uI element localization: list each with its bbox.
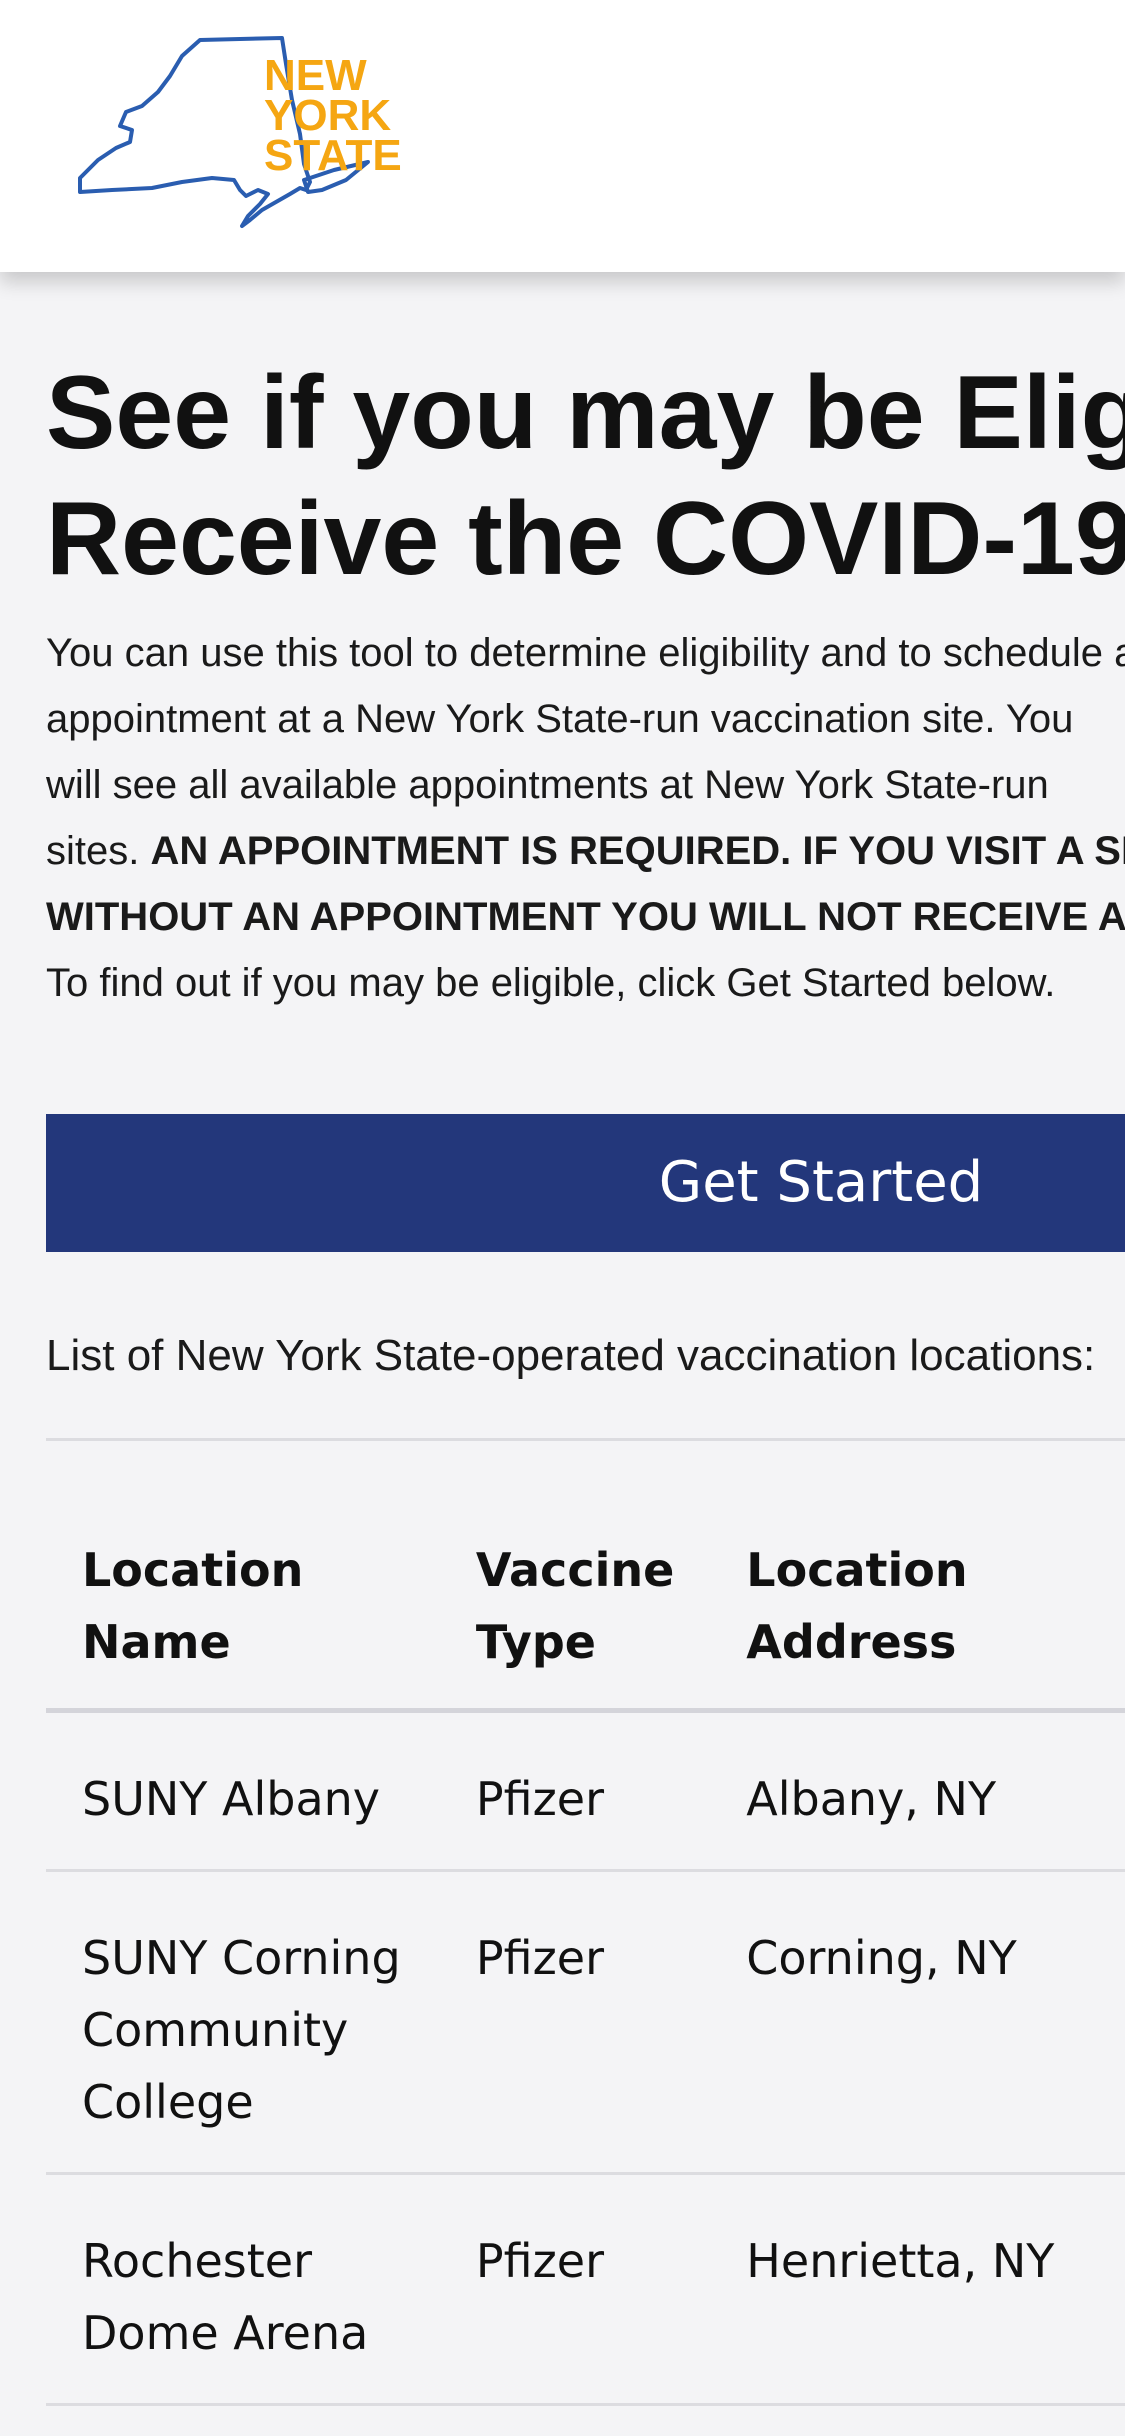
locations-table: Location Name Vaccine Type Location Addr…	[46, 1534, 1125, 2406]
nys-logo-link[interactable]: NEW YORK STATE	[72, 30, 422, 240]
main-content: See if you may be Eligible to Receive th…	[46, 272, 1125, 2436]
logo-text-line3: STATE	[264, 131, 402, 180]
column-header-text: Location	[746, 1543, 968, 1597]
table-row: SUNY Albany Pfizer Albany, NY	[46, 1710, 1125, 1872]
vaccine-type-cell: Pfizer	[439, 1710, 711, 1872]
column-header-text: Address	[746, 1615, 957, 1669]
locations-list-heading: List of New York State-operated vaccinat…	[46, 1331, 1096, 1380]
section-divider	[46, 1438, 1125, 1441]
vaccine-type-cell: Pfizer	[439, 2173, 711, 2406]
appointment-required-warning: AN APPOINTMENT IS REQUIRED. IF YOU VISIT…	[150, 829, 1125, 873]
table-header-row: Location Name Vaccine Type Location Addr…	[46, 1534, 1125, 1713]
column-header-vaccine-type: Vaccine Type	[439, 1534, 711, 1713]
column-header-location-name: Location Name	[46, 1534, 440, 1713]
intro-line: WITHOUT AN APPOINTMENT YOU WILL NOT RECE…	[46, 884, 1125, 950]
location-name-cell: Rochester Dome Arena	[46, 2173, 440, 2406]
location-address-cell: Henrietta, NY	[710, 2173, 1125, 2406]
page-title-line1: See if you may be Eligible to	[46, 355, 1125, 471]
location-name-cell: SUNY Corning Community College	[46, 1870, 440, 2175]
column-header-text: Type	[475, 1615, 596, 1669]
intro-line: To find out if you may be eligible, clic…	[46, 961, 1056, 1005]
table-row: Rochester Dome Arena Pfizer Henrietta, N…	[46, 2173, 1125, 2406]
location-address-cell: Albany, NY	[710, 1710, 1125, 1872]
no-vaccine-warning: WITHOUT AN APPOINTMENT YOU WILL NOT RECE…	[46, 895, 1125, 939]
page-title-line2: Receive the COVID-19 Vaccine	[46, 481, 1125, 597]
intro-text: You can use this tool to determine eligi…	[46, 620, 1125, 1016]
new-york-state-map-icon: NEW YORK STATE	[78, 36, 402, 228]
intro-line: sites. AN APPOINTMENT IS REQUIRED. IF YO…	[46, 818, 1125, 884]
intro-line: appointment at a New York State-run vacc…	[46, 697, 1074, 741]
site-header: NEW YORK STATE	[0, 0, 1125, 272]
intro-line: will see all available appointments at N…	[46, 763, 1049, 807]
location-name-cell: SUNY Albany	[46, 1710, 440, 1872]
column-header-location-address: Location Address	[710, 1534, 1125, 1713]
intro-sites-text: sites.	[46, 829, 151, 873]
location-address-cell: Corning, NY	[710, 1870, 1125, 2175]
column-header-text: Vaccine	[475, 1543, 675, 1597]
vaccine-type-cell: Pfizer	[439, 1870, 711, 2175]
column-header-text: Location	[82, 1543, 304, 1597]
page-title: See if you may be Eligible to Receive th…	[46, 350, 1125, 602]
intro-line: You can use this tool to determine eligi…	[46, 631, 1125, 675]
column-header-text: Name	[82, 1615, 231, 1669]
table-row: SUNY Corning Community College Pfizer Co…	[46, 1870, 1125, 2175]
get-started-button[interactable]: Get Started	[46, 1114, 1125, 1252]
